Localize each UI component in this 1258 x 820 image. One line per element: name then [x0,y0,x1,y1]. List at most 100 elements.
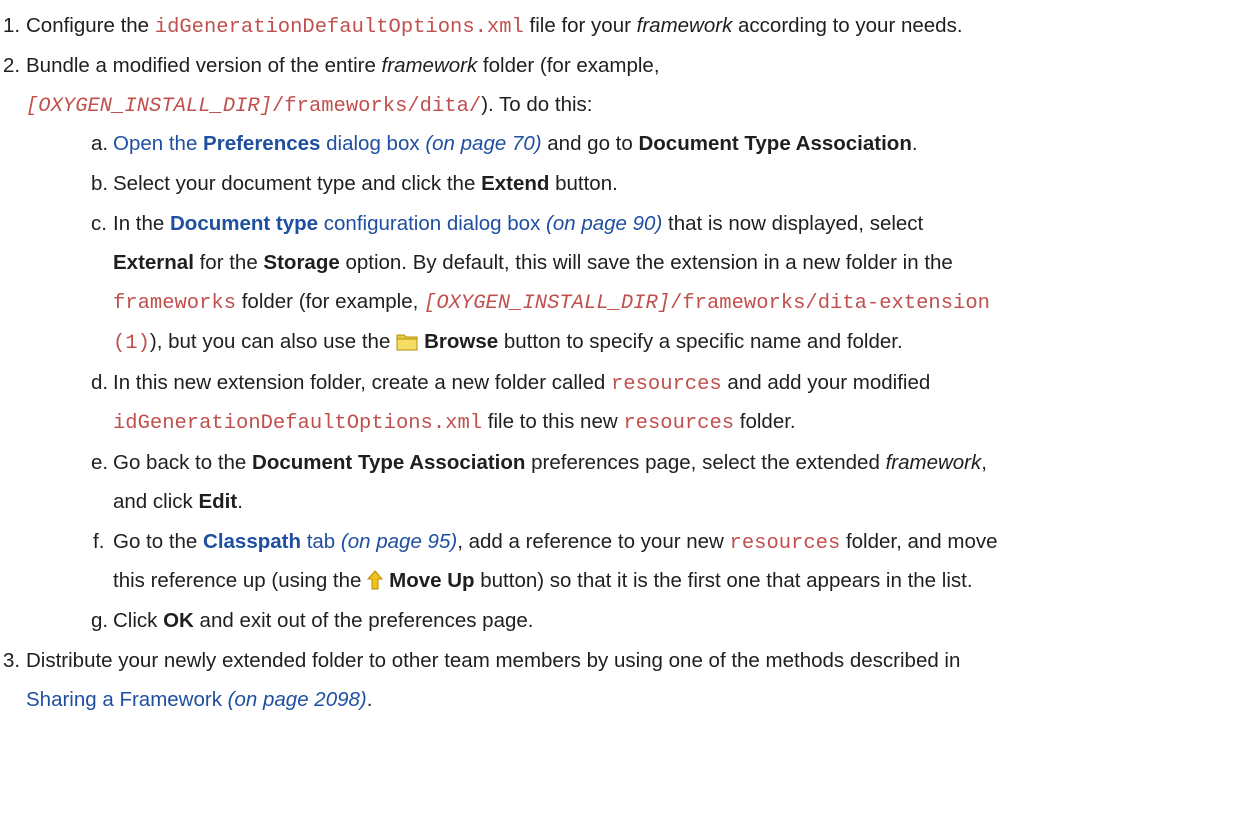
bold-term: Move Up [389,569,475,592]
text: . [237,490,243,513]
text: and add your modified [721,371,931,394]
framework-term: framework [885,451,982,474]
bold-term: Browse [424,330,499,353]
text: button. [549,172,618,195]
substep-f-line2: this reference up (using the Move Up but… [113,567,973,598]
text: option. By default, this will save the e… [339,251,953,274]
text: ), but you can also use the [149,330,397,353]
bold-term: External [113,251,194,274]
bold-term: Document Type Association [252,451,526,474]
text: according to your needs. [732,14,963,37]
link-text: dialog box [320,132,420,155]
text: Go back to the [113,451,253,474]
link-text: configuration dialog box [318,212,541,235]
text: this reference up (using the [113,569,368,592]
classpath-link[interactable]: Classpath tab [203,530,335,553]
text: ). To do this: [481,93,593,116]
text: , [981,451,987,474]
substep-c-line4: (1)), but you can also use the Browse bu… [113,328,903,359]
substep-d-text: In this new extension folder, create a n… [113,369,930,399]
substep-c-number: c. [91,212,107,235]
code-filename: idGenerationDefaultOptions.xml [113,412,483,435]
code-filename: idGenerationDefaultOptions.xml [154,16,524,39]
substep-c-line3: frameworks folder (for example, [OXYGEN_… [113,288,990,318]
bold-term: Storage [263,251,340,274]
substep-b-text: Select your document type and click the … [113,170,618,198]
text: , add a reference to your new [457,530,730,553]
bold-term: OK [163,609,194,632]
bold-term: Edit [198,490,238,513]
link-text: tab [301,530,336,553]
code-path: /frameworks/dita/ [272,95,482,118]
text: In this new extension folder, create a n… [113,371,611,394]
step-1-text: Configure the idGenerationDefaultOptions… [26,12,963,42]
substep-e-number: e. [91,451,109,474]
substep-e-text: Go back to the Document Type Association… [113,449,987,477]
page-reference[interactable]: (on page 95) [341,530,457,553]
page-reference[interactable]: (on page 70) [425,132,541,155]
page-reference[interactable]: (on page 2098) [228,688,367,711]
substep-a-number: a. [91,132,109,155]
text: folder. [734,410,796,433]
substep-d-number: d. [91,371,109,394]
text: for the [193,251,264,274]
substep-c-line2: External for the Storage option. By defa… [113,249,953,277]
substep-g-text: Click OK and exit out of the preferences… [113,607,533,635]
step-1-number: 1. [3,14,21,37]
step-3-line2: Sharing a Framework (on page 2098). [26,686,372,714]
text: folder (for example, [477,54,660,77]
code-path: /frameworks/dita-extension [670,292,990,315]
substep-c-text: In the Document type configuration dialo… [113,210,923,238]
step-2-number: 2. [3,54,21,77]
page-reference[interactable]: (on page 90) [546,212,662,235]
framework-term: framework [381,54,478,77]
code-suffix: (1) [113,332,150,355]
code-variable: [OXYGEN_INSTALL_DIR] [424,292,671,315]
folder-icon [396,331,418,359]
framework-term: framework [636,14,733,37]
substep-g-number: g. [91,609,109,632]
text: folder, and move [840,530,998,553]
substep-b-number: b. [91,172,109,195]
step-2-text: Bundle a modified version of the entire … [26,52,660,80]
text: button) so that it is the first one that… [474,569,973,592]
document-type-link[interactable]: Document type configuration dialog box [170,212,540,235]
text: and exit out of the preferences page. [193,609,534,632]
text: Click [113,609,164,632]
code-folder: resources [611,373,722,396]
code-folder: frameworks [113,292,237,315]
code-folder: resources [729,532,841,555]
text: Go to the [113,530,204,553]
link-bold: Preferences [203,132,321,155]
step-2-path-line: [OXYGEN_INSTALL_DIR]/frameworks/dita/). … [26,91,592,121]
text: Configure the [26,14,155,37]
text: and click [113,490,199,513]
text: file for your [523,14,637,37]
text: and go to [541,132,639,155]
text: preferences page, select the extended [525,451,886,474]
code-folder: resources [623,412,735,435]
move-up-arrow-icon [367,570,384,598]
substep-e-line2: and click Edit. [113,488,243,516]
bold-term: Document Type Association [638,132,912,155]
step-3-number: 3. [3,649,21,672]
substep-f-number: f. [93,530,105,553]
text: . [911,132,918,155]
text: Bundle a modified version of the entire [26,54,382,77]
substep-f-text: Go to the Classpath tab (on page 95), ad… [113,528,998,558]
text: folder (for example, [236,290,425,313]
text: file to this new [482,410,624,433]
substep-d-line2: idGenerationDefaultOptions.xml file to t… [113,408,796,438]
text: . [366,688,373,711]
text: button to specify a specific name and fo… [498,330,903,353]
sharing-framework-link[interactable]: Sharing a Framework [26,688,222,711]
step-3-text: Distribute your newly extended folder to… [26,649,961,672]
code-variable: [OXYGEN_INSTALL_DIR] [26,95,273,118]
text: Select your document type and click the [113,172,482,195]
link-text: Open the [113,132,204,155]
link-bold: Classpath [203,530,302,553]
text: In the [113,212,170,235]
substep-a-text: Open the Preferences dialog box (on page… [113,130,918,158]
text: that is now displayed, select [662,212,924,235]
preferences-link[interactable]: Open the Preferences dialog box [113,132,420,155]
